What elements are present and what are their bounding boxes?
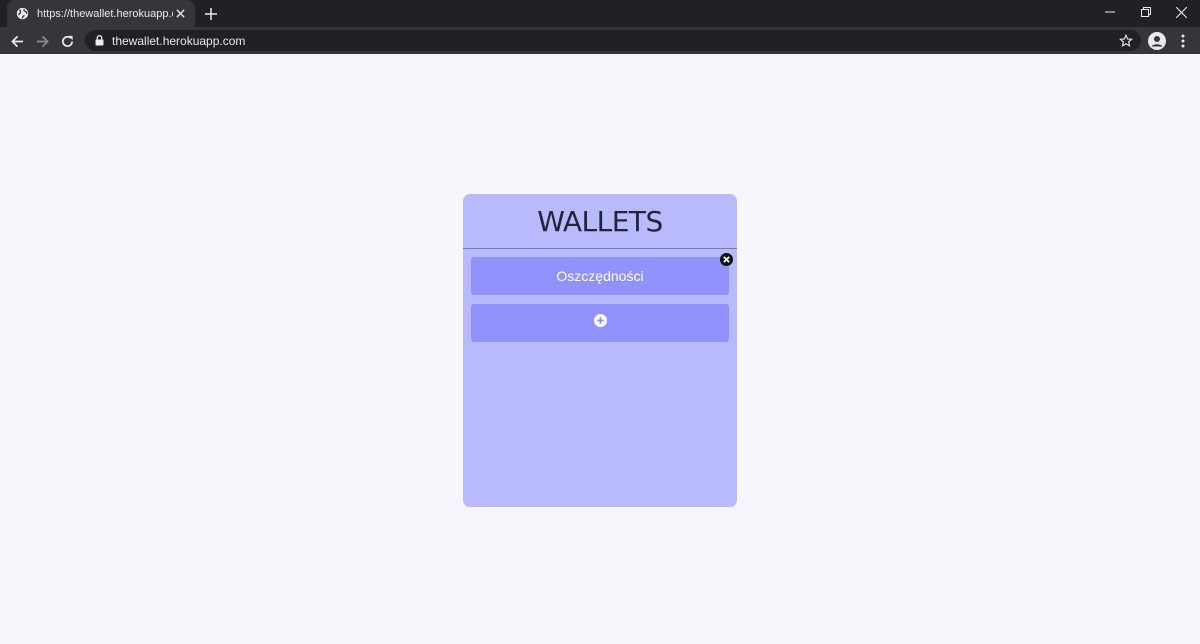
wallets-card: WALLETS Oszczędności [463,194,737,507]
back-arrow-icon[interactable] [7,31,27,51]
lock-icon [95,35,104,46]
minimize-icon[interactable] [1093,0,1127,24]
browser-tab[interactable]: https://thewallet.herokuapp.com [7,0,195,27]
reload-icon[interactable] [57,31,77,51]
new-tab-icon[interactable] [203,6,219,22]
address-bar[interactable]: thewallet.herokuapp.com [85,30,1141,51]
restore-icon[interactable] [1129,0,1163,24]
profile-avatar-icon[interactable] [1147,31,1167,51]
close-window-icon[interactable] [1164,0,1198,24]
plus-circle-icon [593,314,607,332]
add-wallet-button[interactable] [471,304,729,342]
wallet-list: Oszczędności [463,249,737,342]
page-title: WALLETS [537,204,663,238]
close-tab-icon[interactable] [173,7,187,21]
delete-wallet-icon[interactable] [720,253,733,266]
tab-title: https://thewallet.herokuapp.com [37,7,173,20]
browser-toolbar: thewallet.herokuapp.com [0,27,1200,54]
bookmark-star-icon[interactable] [1118,33,1133,48]
forward-arrow-icon[interactable] [32,31,52,51]
wallet-item[interactable]: Oszczędności [471,253,733,295]
browser-tabstrip: https://thewallet.herokuapp.com [0,0,1200,27]
globe-icon [16,7,29,20]
menu-dots-icon[interactable] [1173,31,1193,51]
wallet-name: Oszczędności [556,268,644,284]
address-bar-url: thewallet.herokuapp.com [112,33,246,48]
